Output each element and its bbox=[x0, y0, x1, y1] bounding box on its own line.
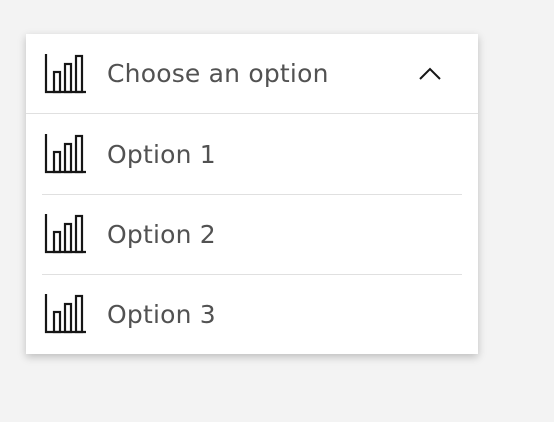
dropdown: Choose an option Option 1 Option 2 Optio… bbox=[26, 34, 478, 354]
bar-chart-icon bbox=[44, 134, 86, 174]
bar-chart-icon bbox=[44, 54, 86, 94]
bar-chart-icon bbox=[44, 214, 86, 254]
option-item-1[interactable]: Option 1 bbox=[26, 114, 478, 194]
option-label: Option 2 bbox=[107, 219, 216, 249]
bar-chart-icon bbox=[44, 294, 86, 334]
option-label: Option 3 bbox=[107, 299, 216, 329]
option-label: Option 1 bbox=[107, 139, 216, 169]
option-item-2[interactable]: Option 2 bbox=[26, 194, 478, 274]
dropdown-menu: Option 1 Option 2 Option 3 bbox=[26, 114, 478, 354]
option-item-3[interactable]: Option 3 bbox=[26, 274, 478, 354]
dropdown-trigger[interactable]: Choose an option bbox=[26, 34, 478, 114]
dropdown-placeholder: Choose an option bbox=[107, 59, 329, 88]
chevron-up-icon[interactable] bbox=[418, 64, 442, 84]
